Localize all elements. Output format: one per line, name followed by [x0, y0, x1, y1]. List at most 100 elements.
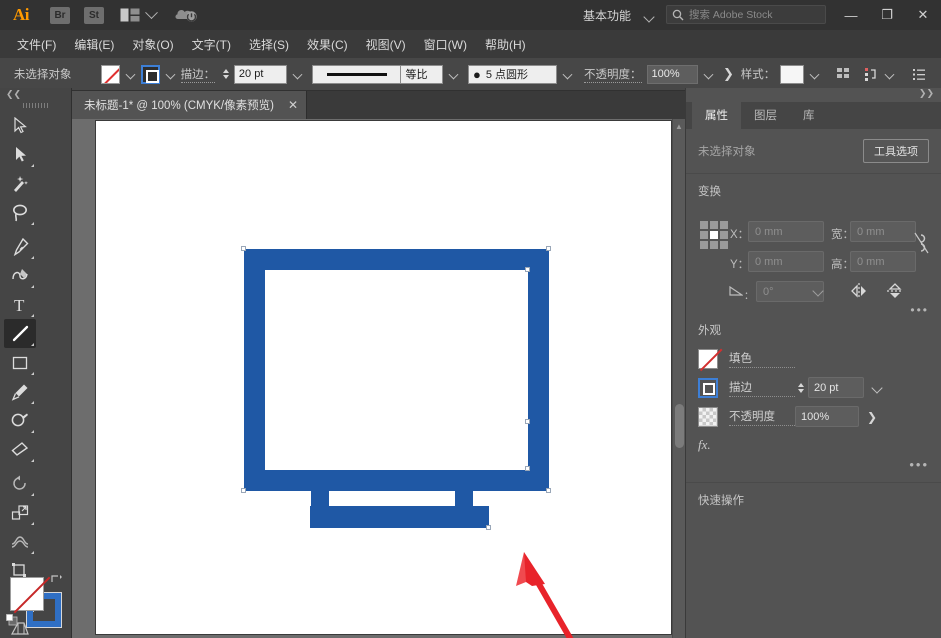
anchor-point[interactable]: [487, 526, 490, 529]
tool-pen[interactable]: [4, 232, 36, 261]
minimize-button[interactable]: —: [833, 0, 869, 30]
menu-effect[interactable]: 效果(C): [298, 32, 357, 57]
menu-type[interactable]: 文字(T): [183, 32, 240, 57]
tool-selection[interactable]: [4, 111, 36, 140]
expand-panel-icon[interactable]: ❯❯: [686, 88, 941, 102]
tool-magic-wand[interactable]: [4, 169, 36, 198]
appearance-stroke-stepper[interactable]: [795, 380, 806, 396]
tool-curvature-pen[interactable]: [4, 261, 36, 290]
height-input[interactable]: 0 mm: [850, 251, 916, 272]
stroke-profile-chevron-down-icon[interactable]: [449, 69, 459, 79]
anchor-point[interactable]: [242, 489, 245, 492]
align-objects-icon[interactable]: [837, 67, 852, 82]
menu-edit[interactable]: 编辑(E): [65, 32, 123, 57]
swap-fill-stroke-icon[interactable]: [50, 573, 62, 585]
default-fill-stroke-icon[interactable]: [6, 613, 17, 624]
flip-vertical-icon[interactable]: [885, 281, 905, 306]
tool-line-segment[interactable]: [4, 319, 36, 348]
stock-search-box[interactable]: 搜索 Adobe Stock: [666, 5, 826, 24]
workspace-selector-label[interactable]: 基本功能: [583, 7, 631, 24]
tool-options-button[interactable]: 工具选项: [863, 139, 929, 163]
menu-object[interactable]: 对象(O): [123, 32, 182, 57]
stroke-weight-input[interactable]: 20 pt: [234, 65, 288, 84]
arrange-objects-icon[interactable]: [864, 67, 879, 82]
menu-view[interactable]: 视图(V): [357, 32, 415, 57]
stroke-weight-stepper[interactable]: [221, 66, 232, 82]
fill-color-swatch[interactable]: [101, 65, 120, 84]
opacity-chevron-down-icon[interactable]: [704, 69, 714, 79]
arrange-chevron-down-icon-2[interactable]: [885, 69, 895, 79]
tool-scale[interactable]: [4, 498, 36, 527]
toolbar-drag-handle[interactable]: [0, 101, 71, 110]
bridge-app-button[interactable]: Br: [50, 7, 70, 24]
arrange-documents-icon[interactable]: [120, 8, 140, 23]
width-input[interactable]: 0 mm: [850, 221, 916, 242]
fill-chevron-down-icon[interactable]: [125, 69, 135, 79]
reference-point-grid[interactable]: [700, 221, 728, 249]
arrange-chevron-down-icon[interactable]: [145, 6, 158, 19]
opacity-expand-icon[interactable]: ❯: [723, 66, 734, 82]
creative-cloud-icon[interactable]: [174, 5, 198, 25]
flip-horizontal-icon[interactable]: [849, 281, 869, 306]
collapse-panel-icon[interactable]: ❮❮: [0, 88, 71, 101]
brush-definition-select[interactable]: ● 5 点圆形: [468, 65, 557, 84]
graphic-style-swatch[interactable]: [780, 65, 804, 84]
y-input[interactable]: 0 mm: [748, 251, 824, 272]
anchor-point[interactable]: [547, 489, 550, 492]
fx-button[interactable]: fx.: [686, 431, 941, 453]
anchor-point[interactable]: [526, 420, 529, 423]
anchor-point[interactable]: [242, 247, 245, 250]
tool-shaper[interactable]: [4, 406, 36, 435]
appearance-stroke-input[interactable]: 20 pt: [808, 377, 864, 398]
stroke-weight-chevron-down-icon[interactable]: [293, 69, 303, 79]
stroke-profile-preview[interactable]: [312, 65, 401, 84]
tool-type[interactable]: T: [4, 290, 36, 319]
appearance-more-options-icon[interactable]: •••: [686, 453, 941, 480]
style-chevron-down-icon[interactable]: [810, 69, 820, 79]
tool-rectangle[interactable]: [4, 348, 36, 377]
x-input[interactable]: 0 mm: [748, 221, 824, 242]
tool-rotate[interactable]: [4, 469, 36, 498]
stroke-chevron-down-icon[interactable]: [165, 69, 175, 79]
tool-direct-selection[interactable]: [4, 140, 36, 169]
vertical-scrollbar-thumb[interactable]: [675, 404, 684, 448]
workspace-chevron-down-icon[interactable]: [643, 11, 654, 22]
scroll-up-icon[interactable]: ▲: [675, 122, 683, 131]
menu-file[interactable]: 文件(F): [8, 32, 65, 57]
appearance-stroke-swatch[interactable]: [698, 378, 718, 398]
constrain-proportions-icon[interactable]: [913, 231, 929, 253]
transform-more-options-icon[interactable]: •••: [910, 303, 929, 317]
document-tab-close-icon[interactable]: ✕: [288, 98, 298, 112]
opacity-input[interactable]: 100%: [647, 65, 699, 84]
menu-window[interactable]: 窗口(W): [415, 32, 476, 57]
tool-eraser[interactable]: [4, 435, 36, 464]
brush-chevron-down-icon[interactable]: [563, 69, 573, 79]
tool-width[interactable]: [4, 527, 36, 556]
appearance-opacity-expand-icon[interactable]: ❯: [867, 410, 877, 424]
document-tab[interactable]: 未标题-1* @ 100% (CMYK/像素预览) ✕: [72, 91, 307, 119]
fill-color-large-swatch[interactable]: [10, 577, 44, 611]
stock-app-button[interactable]: St: [84, 7, 104, 24]
more-options-icon[interactable]: [912, 67, 927, 82]
appearance-stroke-chevron-down-icon[interactable]: [871, 382, 882, 393]
stroke-profile-label[interactable]: 等比: [401, 65, 443, 84]
tab-libraries[interactable]: 库: [790, 102, 828, 129]
stroke-color-swatch[interactable]: [141, 65, 160, 84]
vertical-scrollbar[interactable]: ▲: [672, 119, 685, 638]
canvas-area[interactable]: ▲: [72, 119, 685, 638]
appearance-opacity-swatch[interactable]: [698, 407, 718, 427]
artboard[interactable]: [96, 121, 671, 634]
anchor-point[interactable]: [547, 247, 550, 250]
tool-paintbrush[interactable]: [4, 377, 36, 406]
tab-properties[interactable]: 属性: [692, 102, 741, 129]
anchor-point[interactable]: [526, 467, 529, 470]
appearance-fill-swatch[interactable]: [698, 349, 718, 369]
appearance-opacity-input[interactable]: 100%: [795, 406, 859, 427]
tool-lasso[interactable]: [4, 198, 36, 227]
maximize-button[interactable]: ❐: [869, 0, 905, 30]
tab-layers[interactable]: 图层: [741, 102, 790, 129]
menu-select[interactable]: 选择(S): [240, 32, 298, 57]
close-button[interactable]: ✕: [905, 0, 941, 30]
menu-help[interactable]: 帮助(H): [476, 32, 535, 57]
anchor-point[interactable]: [526, 268, 529, 271]
